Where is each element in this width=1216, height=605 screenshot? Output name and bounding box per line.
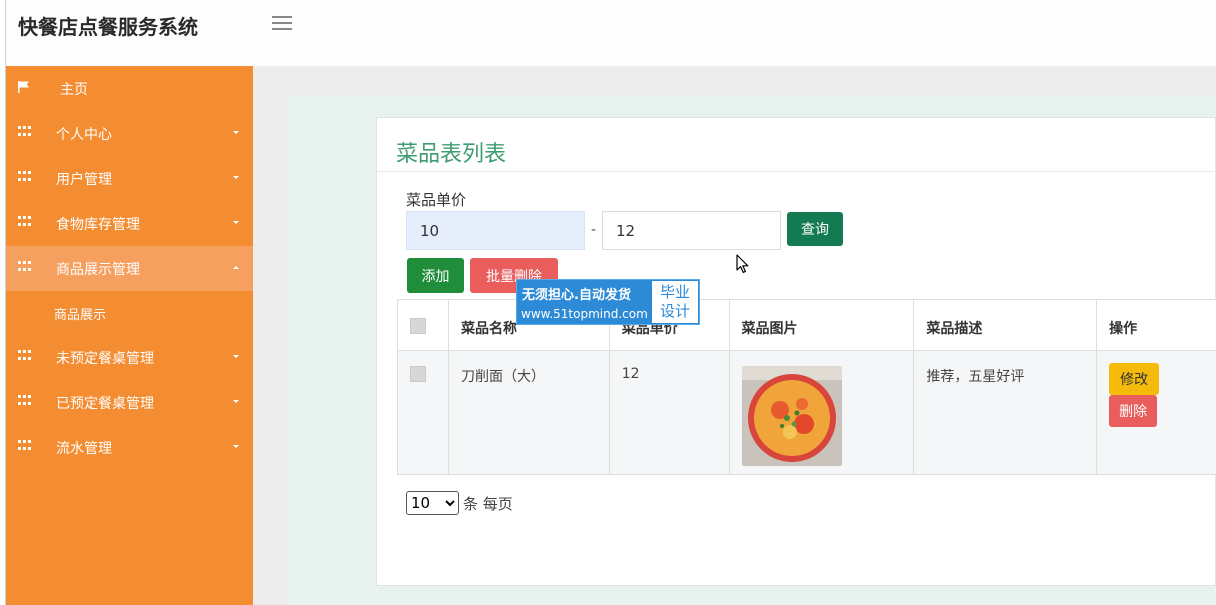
sidebar-item-transactions[interactable]: 流水管理 <box>6 425 253 470</box>
grid-icon <box>18 395 31 407</box>
header-dish-image: 菜品图片 <box>728 299 915 351</box>
chevron-down-icon <box>233 131 239 134</box>
row-select-cell <box>397 350 449 475</box>
grid-icon <box>18 350 31 362</box>
price-max-input[interactable] <box>602 211 781 250</box>
sidebar: 主页 个人中心 用户管理 食物库存管理 商品展示管理 商品展示 未预定餐桌管理 … <box>6 66 253 605</box>
chevron-down-icon <box>233 400 239 403</box>
page-size-select[interactable]: 10 <box>406 491 459 515</box>
range-separator: - <box>591 222 597 238</box>
cell-dish-name: 刀削面（大） <box>447 350 610 475</box>
sidebar-subitem-product-display[interactable]: 商品展示 <box>6 291 253 335</box>
edit-button[interactable]: 修改 <box>1109 363 1160 395</box>
grid-icon <box>18 216 31 228</box>
page-title: 菜品表列表 <box>396 142 507 167</box>
cell-actions: 修改删除 <box>1096 350 1216 475</box>
dish-table: 菜品名称 菜品单价 菜品图片 菜品描述 操作 刀削面（大） 12 推荐，五星好评… <box>397 299 1216 475</box>
price-min-input[interactable] <box>406 211 585 250</box>
sidebar-item-personal-center[interactable]: 个人中心 <box>6 111 253 156</box>
sidebar-item-label: 用户管理 <box>56 172 112 188</box>
cell-dish-image <box>728 350 915 475</box>
page-size-suffix: 条 每页 <box>463 494 513 513</box>
watermark-badge-line2: 设计 <box>659 302 690 320</box>
chevron-down-icon <box>233 176 239 179</box>
sidebar-subitem-label: 商品展示 <box>54 308 107 323</box>
sidebar-item-unreserved-tables[interactable]: 未预定餐桌管理 <box>6 335 253 380</box>
sidebar-item-reserved-tables[interactable]: 已预定餐桌管理 <box>6 380 253 425</box>
header-dish-description: 菜品描述 <box>913 299 1098 351</box>
query-button[interactable]: 查询 <box>787 212 843 246</box>
sidebar-item-label: 未预定餐桌管理 <box>56 351 154 367</box>
top-bar: 快餐店点餐服务系统 <box>6 0 1216 66</box>
flag-icon <box>18 81 29 93</box>
watermark-banner: 无须担心.自动发货 www.51topmind.com 毕业 设计 <box>516 279 700 325</box>
cell-dish-description: 推荐，五星好评 <box>913 350 1098 475</box>
dish-list-panel: 菜品表列表 菜品单价 - 查询 添加 批量删除 菜品名称 菜品单价 菜品图片 菜… <box>376 117 1216 586</box>
app-title: 快餐店点餐服务系统 <box>18 15 198 39</box>
chevron-down-icon <box>233 445 239 448</box>
header-select-cell <box>397 299 449 351</box>
cell-dish-price: 12 <box>608 350 730 475</box>
chevron-down-icon <box>233 355 239 358</box>
mouse-cursor-icon <box>736 254 749 273</box>
watermark-url: www.51topmind.com <box>521 307 648 321</box>
sidebar-item-home[interactable]: 主页 <box>6 66 253 111</box>
sidebar-item-label: 食物库存管理 <box>56 217 140 233</box>
grid-icon <box>18 261 31 273</box>
menu-toggle-icon[interactable] <box>272 16 292 32</box>
title-divider <box>377 171 1216 172</box>
sidebar-item-label: 个人中心 <box>56 127 112 143</box>
grid-icon <box>18 126 31 138</box>
sidebar-item-label: 商品展示管理 <box>56 262 140 278</box>
sidebar-item-user-management[interactable]: 用户管理 <box>6 156 253 201</box>
chevron-up-icon <box>233 266 239 269</box>
add-button[interactable]: 添加 <box>407 258 464 293</box>
grid-icon <box>18 171 31 183</box>
header-actions: 操作 <box>1096 299 1216 351</box>
sidebar-item-label: 流水管理 <box>56 441 112 457</box>
sidebar-item-food-inventory[interactable]: 食物库存管理 <box>6 201 253 246</box>
dish-image <box>741 366 842 466</box>
price-filter-label: 菜品单价 <box>406 191 467 209</box>
chevron-down-icon <box>233 221 239 224</box>
watermark-badge-line1: 毕业 <box>659 283 690 301</box>
row-checkbox[interactable] <box>410 366 426 382</box>
grid-icon <box>18 440 31 452</box>
table-row: 刀削面（大） 12 推荐，五星好评 修改删除 <box>397 350 1216 475</box>
watermark-text: 无须担心.自动发货 <box>522 288 631 303</box>
sidebar-item-label: 已预定餐桌管理 <box>56 396 154 412</box>
select-all-checkbox[interactable] <box>410 318 426 334</box>
pagination: 10 条 每页 <box>406 491 513 515</box>
sidebar-item-label: 主页 <box>60 82 88 98</box>
sidebar-item-product-display[interactable]: 商品展示管理 <box>6 246 253 291</box>
watermark-badge: 毕业 设计 <box>652 281 698 323</box>
delete-button[interactable]: 删除 <box>1109 395 1158 427</box>
